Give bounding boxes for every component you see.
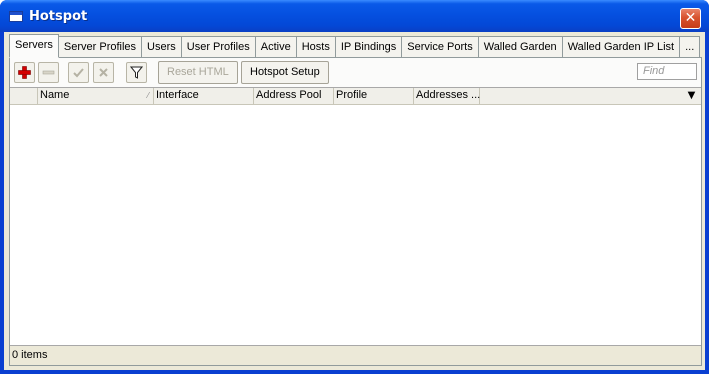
remove-button[interactable] [38,62,59,83]
table-body[interactable] [10,105,701,345]
column-header-flags[interactable] [10,88,38,104]
tab-hosts[interactable]: Hosts [295,36,336,58]
column-header-name[interactable]: Name ⁄ [38,88,154,104]
column-header-profile[interactable]: Profile [334,88,414,104]
filter-icon [129,66,144,79]
plus-icon [18,66,31,79]
tab-ip-bindings[interactable]: IP Bindings [334,36,403,58]
tab-servers[interactable]: Servers [9,34,59,58]
add-button[interactable] [14,62,35,83]
column-chooser-button[interactable]: ▼ [682,88,701,104]
sort-ascending-icon: ⁄ [147,91,149,100]
enable-button[interactable] [68,62,89,83]
tab-service-ports[interactable]: Service Ports [401,36,479,58]
tab-user-profiles[interactable]: User Profiles [180,36,256,58]
check-icon [73,68,84,78]
window-title: Hotspot [29,9,88,24]
find-input[interactable]: Find [637,63,697,80]
minus-icon [42,70,55,75]
tab-bar: Servers Server Profiles Users User Profi… [9,34,701,58]
servers-panel: Reset HTML Hotspot Setup Find Name ⁄ Int… [9,57,702,366]
toolbar: Reset HTML Hotspot Setup Find [10,58,701,86]
reset-html-button[interactable]: Reset HTML [158,61,238,84]
disable-button[interactable] [93,62,114,83]
tab-users[interactable]: Users [141,36,182,58]
tab-active[interactable]: Active [254,36,297,58]
column-header-addresses[interactable]: Addresses ... [414,88,480,104]
tab-walled-garden-ip-list[interactable]: Walled Garden IP List [561,36,681,58]
servers-table: Name ⁄ Interface Address Pool Profile Ad… [10,87,701,345]
chevron-down-icon: ▼ [687,90,696,101]
tab-server-profiles[interactable]: Server Profiles [57,36,143,58]
item-count: 0 items [12,349,48,361]
column-header-address-pool[interactable]: Address Pool [254,88,334,104]
close-button[interactable]: ✕ [680,8,701,29]
close-icon: ✕ [684,10,697,26]
column-header-interface[interactable]: Interface [154,88,254,104]
tab-more[interactable]: ... [679,36,701,58]
x-icon [99,68,108,77]
window-client: Servers Server Profiles Users User Profi… [4,32,705,370]
hotspot-window: Hotspot ✕ Servers Server Profiles Users … [0,0,709,374]
status-bar: 0 items [10,345,701,365]
filter-button[interactable] [126,62,147,83]
tab-walled-garden[interactable]: Walled Garden [477,36,563,58]
table-header: Name ⁄ Interface Address Pool Profile Ad… [10,88,701,105]
window-icon [9,11,23,22]
title-bar[interactable]: Hotspot ✕ [0,0,709,32]
hotspot-setup-button[interactable]: Hotspot Setup [241,61,329,84]
